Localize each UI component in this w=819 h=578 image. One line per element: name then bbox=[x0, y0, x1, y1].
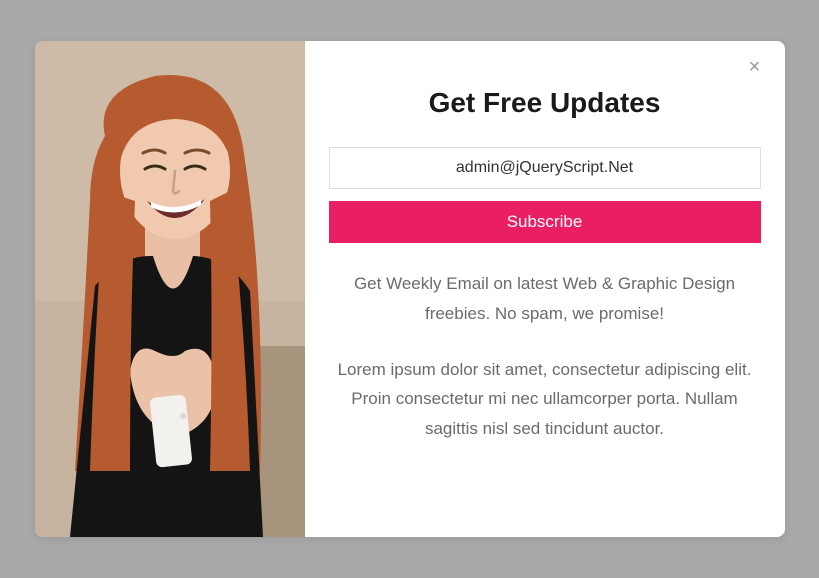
close-icon: × bbox=[749, 57, 761, 77]
modal-subdescription: Lorem ipsum dolor sit amet, consectetur … bbox=[329, 355, 761, 444]
modal-description: Get Weekly Email on latest Web & Graphic… bbox=[329, 269, 761, 329]
modal-image-panel bbox=[35, 41, 305, 537]
subscribe-button[interactable]: Subscribe bbox=[329, 201, 761, 243]
person-illustration bbox=[35, 41, 305, 537]
subscribe-modal: × Get Free Updates Subscribe Get Weekly … bbox=[35, 41, 785, 537]
modal-content-panel: × Get Free Updates Subscribe Get Weekly … bbox=[305, 41, 785, 537]
email-input[interactable] bbox=[329, 147, 761, 189]
modal-title: Get Free Updates bbox=[329, 87, 761, 119]
close-button[interactable]: × bbox=[743, 55, 767, 79]
